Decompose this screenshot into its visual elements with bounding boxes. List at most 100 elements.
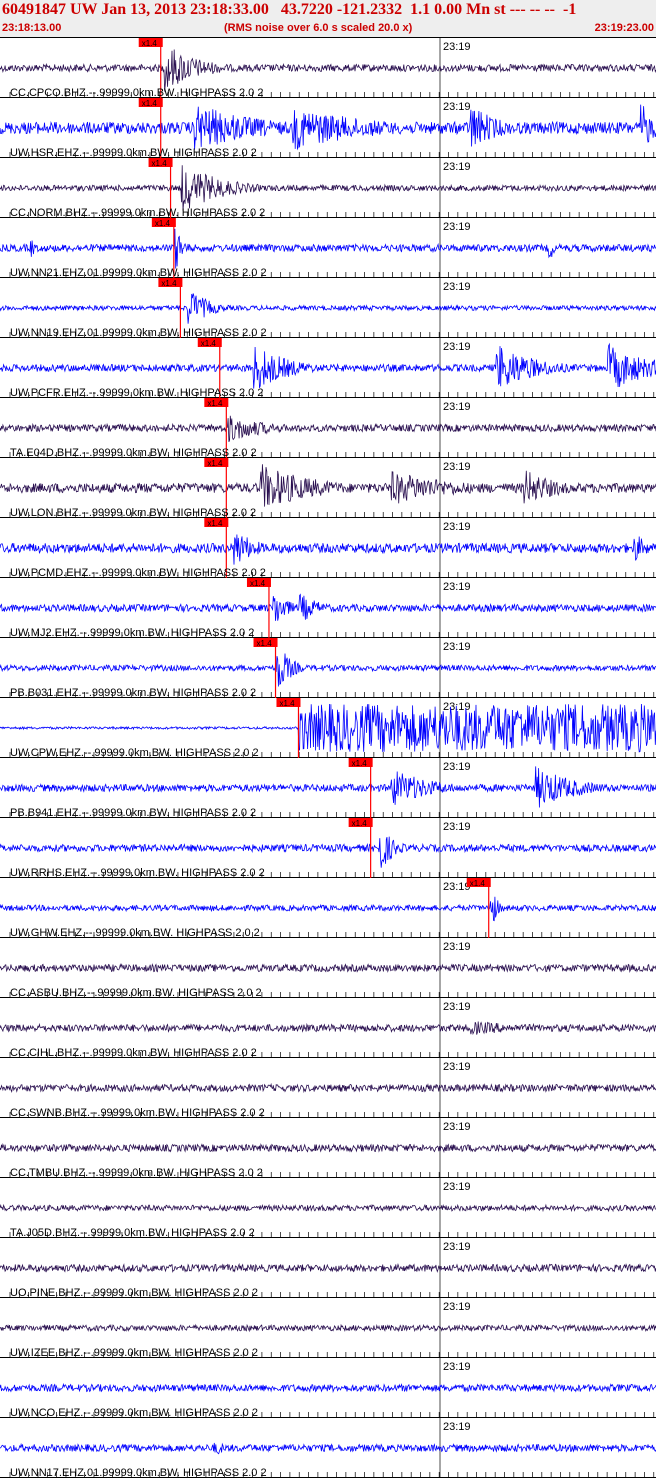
station-row: 23:19 x1.4 UW.RRHS.EHZ.--.99999.0km.BW. HI…: [0, 818, 656, 879]
minute-label: 23:19: [443, 41, 471, 53]
station-label: UW.GHW.EHZ.--.99999.0km.BW. HIGHPASS 2.0…: [10, 927, 260, 939]
waveform: [0, 766, 656, 808]
station-label: UW.IZEE.BHZ.--.99999.0km.BW. HIGHPASS 2.…: [10, 1347, 258, 1359]
station-row: 23:19 x1.4 UW.NN19.EHZ.01.99999.0km.BW. HI…: [0, 278, 656, 339]
event-title: 60491847 UW Jan 13, 2013 23:18:33.00 43.…: [2, 1, 577, 18]
station-label: UO.PINE.BHZ.--.99999.0km.BW. HIGHPASS 2.…: [10, 1287, 258, 1299]
minute-label: 23:19: [443, 821, 471, 833]
minute-label: 23:19: [443, 521, 471, 533]
station-row: 23:19 x1.4 UW.NN21.EHZ.01.99999.0km.BW. HI…: [0, 218, 656, 279]
station-row: 23:19 x1.4 UW.GHW.EHZ.--.99999.0km.BW. HIG…: [0, 878, 656, 939]
pick-label: x1.4: [257, 639, 273, 648]
minute-label: 23:19: [443, 101, 471, 113]
station-label: UW.NN19.EHZ.01.99999.0km.BW. HIGHPASS 2.…: [10, 327, 267, 339]
station-label: UW.LON.BHZ.--.99999.0km.BW. HIGHPASS 2.0…: [10, 507, 256, 519]
minute-label: 23:19: [443, 641, 471, 653]
station-label: PB.B031.EHZ.--.99999.0km.BW. HIGHPASS 2.…: [10, 687, 256, 699]
station-label: CC.SWNB.BHZ.--.99999.0km.BW. HIGHPASS 2.…: [10, 1107, 265, 1119]
waveform: [0, 1082, 656, 1094]
minute-label: 23:19: [443, 1181, 471, 1193]
pick-label: x1.4: [250, 579, 266, 588]
waveform: [0, 1203, 656, 1213]
station-label: UW.NN21.EHZ.01.99999.0km.BW. HIGHPASS 2.…: [10, 267, 267, 279]
minute-label: 23:19: [443, 281, 471, 293]
minute-label: 23:19: [443, 941, 471, 953]
station-row: 23:19 CC.SWNB.BHZ.--.99999.0km.BW. HIGHPA…: [0, 1058, 656, 1119]
station-row: 23:19 CC.CIHL.BHZ.--.99999.0km.BW. HIGHPA…: [0, 998, 656, 1059]
pick-label: x1.4: [352, 759, 368, 768]
waveform: [0, 593, 656, 621]
minute-label: 23:19: [443, 881, 471, 893]
station-row: 23:19 x1.4 UW.MJ2.EHZ.--.99999.0km.BW. HIG…: [0, 578, 656, 639]
waveform: [0, 1262, 656, 1274]
station-row: 23:19 x1.4 PB.B941.EHZ.--.99999.0km.BW. HI…: [0, 758, 656, 819]
station-label: UW.NN17.EHZ.01.99999.0km.BW. HIGHPASS 2.…: [10, 1467, 267, 1478]
waveform: [0, 653, 656, 687]
end-time: 23:19:23.00: [594, 22, 654, 34]
pick-label: x1.4: [155, 219, 171, 228]
station-row: 23:19 x1.4 PB.B031.EHZ.--.99999.0km.BW. HI…: [0, 638, 656, 699]
pick-label: x1.4: [207, 519, 223, 528]
station-label: CC.ASBU.BHZ.--.99999.0km.BW. HIGHPASS 2.…: [10, 987, 262, 999]
pick-label: x1.4: [142, 99, 158, 108]
station-label: PB.B941.EHZ.--.99999.0km.BW. HIGHPASS 2.…: [10, 807, 256, 819]
pick-label: x1.4: [470, 879, 486, 888]
station-label: UW.CPW.EHZ.--.99999.0km.BW. HIGHPASS 2.0…: [10, 747, 259, 759]
pick-label: x1.4: [207, 399, 223, 408]
station-label: CC.NORM.BHZ.--.99999.0km.BW. HIGHPASS 2.…: [10, 207, 265, 219]
waveform: [0, 534, 656, 565]
station-row: 23:19 x1.4 CC.CPCO.BHZ.--.99999.0km.BW. HI…: [0, 38, 656, 99]
waveform: [0, 1143, 656, 1153]
station-row: 23:19 TA.J05D.BHZ.--.99999.0km.BW. HIGHPA…: [0, 1178, 656, 1239]
waveform: [0, 104, 656, 151]
waveform: [0, 896, 656, 922]
minute-label: 23:19: [443, 1001, 471, 1013]
station-row: 23:19 x1.4 TA.E04D.BHZ.--.99999.0km.BW. HI…: [0, 398, 656, 459]
pick-label: x1.4: [207, 459, 223, 468]
scaling-note: (RMS noise over 6.0 s scaled 20.0 x): [224, 22, 413, 34]
waveform: [0, 836, 656, 868]
minute-label: 23:19: [443, 1421, 471, 1433]
waveform: [0, 49, 656, 92]
minute-label: 23:19: [443, 221, 471, 233]
station-row: 23:19x1.4UW.CPW.EHZ.--.99999.0km.BW. HIG…: [0, 698, 656, 759]
minute-label: 23:19: [443, 1121, 471, 1133]
minute-label: 23:19: [443, 341, 471, 353]
waveform: [0, 464, 656, 507]
station-row: 23:19 x1.4 UW.PCMD.EHZ.--.99999.0km.BW. HI…: [0, 518, 656, 579]
minute-label: 23:19: [443, 1361, 471, 1373]
minute-label: 23:19: [443, 161, 471, 173]
station-label: UW.HSR.EHZ.--.99999.0km.BW. HIGHPASS 2.0…: [10, 147, 257, 159]
station-row: 23:19 CC.TMBU.BHZ.--.99999.0km.BW. HIGHPA…: [0, 1118, 656, 1179]
station-row: 23:19 x1.4 UW.PCFR.EHZ.--.99999.0km.BW. HI…: [0, 338, 656, 399]
station-label: CC.CIHL.BHZ.--.99999.0km.BW. HIGHPASS 2.…: [10, 1047, 257, 1059]
waveform: [0, 1382, 656, 1394]
station-label: UW.NCO.EHZ.--.99999.0km.BW. HIGHPASS 2.0…: [10, 1407, 258, 1419]
waveform: [0, 1442, 656, 1455]
station-row: 23:19 x1.4 CC.NORM.BHZ.--.99999.0km.BW. HI…: [0, 158, 656, 219]
waveform: [0, 1021, 656, 1036]
station-row: 23:19 UW.NN17.EHZ.01.99999.0km.BW. HIGHPA…: [0, 1418, 656, 1478]
minute-label: 23:19: [443, 1061, 471, 1073]
minute-label: 23:19: [443, 1241, 471, 1253]
pick-label: x1.4: [352, 819, 368, 828]
station-row: 23:19 x1.4 UW.HSR.EHZ.--.99999.0km.BW. HIG…: [0, 98, 656, 159]
pick-label: x1.4: [142, 39, 158, 48]
waveform: [0, 415, 656, 442]
station-label: TA.J05D.BHZ.--.99999.0km.BW. HIGHPASS 2.…: [10, 1227, 255, 1239]
station-label: CC.TMBU.BHZ.--.99999.0km.BW. HIGHPASS 2.…: [10, 1167, 263, 1179]
waveform: [0, 293, 656, 324]
minute-label: 23:19: [443, 401, 471, 413]
minute-label: 23:19: [443, 581, 471, 593]
seismogram-panel: 23:19x1.4CC.CPCO.BHZ.--.99999.0km.BW. HI…: [0, 38, 656, 1478]
station-label: UW.RRHS.EHZ.--.99999.0km.BW. HIGHPASS 2.…: [10, 867, 265, 879]
station-row: 23:19 UO.PINE.BHZ.--.99999.0km.BW. HIGHPA…: [0, 1238, 656, 1299]
pick-label: x1.4: [161, 279, 177, 288]
waveform: [0, 228, 656, 269]
minute-label: 23:19: [443, 1301, 471, 1313]
pick-label: x1.4: [201, 339, 217, 348]
station-row: 23:19 UW.NCO.EHZ.--.99999.0km.BW. HIGHPAS…: [0, 1358, 656, 1419]
station-row: 23:19 CC.ASBU.BHZ.--.99999.0km.BW. HIGHPA…: [0, 938, 656, 999]
pick-label: x1.4: [279, 699, 295, 708]
header-bar: 60491847 UW Jan 13, 2013 23:18:33.00 43.…: [0, 0, 656, 38]
